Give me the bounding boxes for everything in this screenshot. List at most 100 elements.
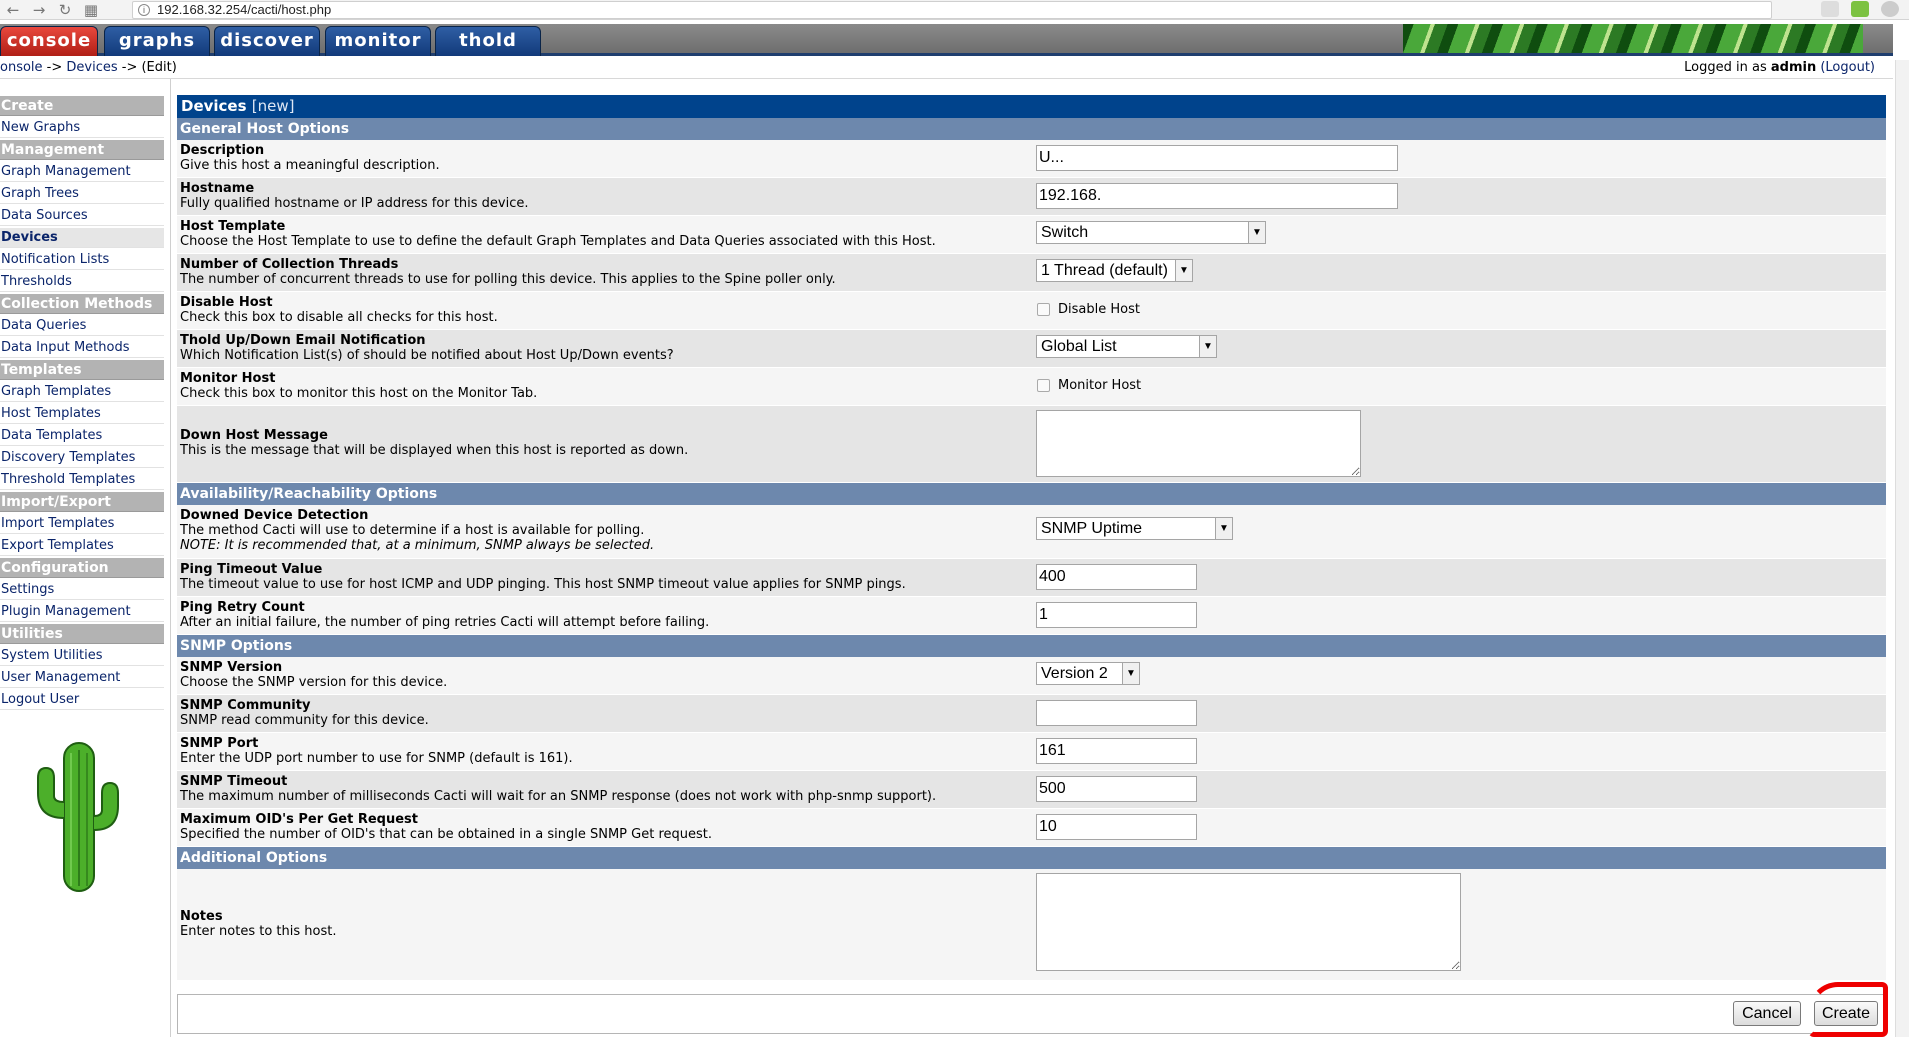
address-bar[interactable]: i 192.168.32.254/cacti/host.php <box>132 1 1772 19</box>
tab-monitor[interactable]: monitor <box>325 26 431 56</box>
snmp-version-select[interactable]: Version 2 ▼ <box>1036 662 1140 685</box>
info-icon[interactable]: i <box>138 4 150 16</box>
row-downed-device-detection: Downed Device Detection The method Cacti … <box>177 505 1886 559</box>
sidebar-item-data-queries[interactable]: Data Queries <box>0 316 164 336</box>
label-title: Downed Device Detection <box>180 508 369 523</box>
row-disable-host: Disable Host Check this box to disable al… <box>177 292 1886 330</box>
sidebar-item-system-utilities[interactable]: System Utilities <box>0 646 164 666</box>
sidebar-item-settings[interactable]: Settings <box>0 580 164 600</box>
chevron-down-icon[interactable]: ▼ <box>1175 260 1192 281</box>
create-button-highlight <box>1808 982 1888 1037</box>
checkbox-label: Monitor Host <box>1058 378 1142 393</box>
sidebar-item-user-management[interactable]: User Management <box>0 668 164 688</box>
label-title: SNMP Community <box>180 698 311 713</box>
label-help: The maximum number of milliseconds Cacti… <box>180 789 937 804</box>
sidebar-item-host-templates[interactable]: Host Templates <box>0 404 164 424</box>
row-ping-retry: Ping Retry Count After an initial failure… <box>177 597 1886 635</box>
label-title: Notes <box>180 909 223 924</box>
label-title: Description <box>180 143 265 158</box>
sidebar-item-import-templates[interactable]: Import Templates <box>0 514 164 534</box>
ping-timeout-input[interactable] <box>1036 564 1197 590</box>
sidebar-item-graph-trees[interactable]: Graph Trees <box>0 184 164 204</box>
label-disable-host: Disable Host Check this box to disable al… <box>180 295 498 325</box>
extension-icon[interactable] <box>1821 1 1839 17</box>
label-snmp-community: SNMP Community SNMP read community for th… <box>180 698 429 728</box>
breadcrumb-separator: -> <box>117 60 142 75</box>
sidebar-item-thresholds[interactable]: Thresholds <box>0 272 164 292</box>
download-arrow-icon[interactable] <box>1851 1 1869 17</box>
breadcrumb-console-link[interactable]: onsole <box>0 60 43 75</box>
tab-graphs[interactable]: graphs <box>104 26 210 56</box>
label-down-host-message: Down Host Message This is the message tha… <box>180 428 688 458</box>
sidebar-item-new-graphs[interactable]: New Graphs <box>0 118 164 138</box>
forward-icon[interactable]: → <box>26 1 52 19</box>
back-icon[interactable]: ← <box>0 1 26 19</box>
label-thold-notification: Thold Up/Down Email Notification Which No… <box>180 333 674 363</box>
sidebar-item-plugin-management[interactable]: Plugin Management <box>0 602 164 622</box>
label-help: The number of concurrent threads to use … <box>180 272 836 287</box>
section-snmp-options: SNMP Options <box>177 635 1886 657</box>
down-host-message-textarea[interactable] <box>1036 410 1361 477</box>
description-input[interactable] <box>1036 145 1398 171</box>
sidebar-item-graph-management[interactable]: Graph Management <box>0 162 164 182</box>
chevron-down-icon[interactable]: ▼ <box>1248 222 1265 243</box>
snmp-port-input[interactable] <box>1036 738 1197 764</box>
logout-link[interactable]: (Logout) <box>1820 60 1875 75</box>
chevron-down-icon[interactable]: ▼ <box>1122 663 1139 684</box>
tab-thold[interactable]: thold <box>435 26 541 56</box>
max-oids-input[interactable] <box>1036 814 1197 840</box>
sidebar-item-graph-templates[interactable]: Graph Templates <box>0 382 164 402</box>
label-snmp-port: SNMP Port Enter the UDP port number to us… <box>180 736 573 766</box>
hostname-input[interactable] <box>1036 183 1398 209</box>
breadcrumb-current: (Edit) <box>141 60 177 75</box>
row-snmp-port: SNMP Port Enter the UDP port number to us… <box>177 733 1886 771</box>
device-form: Devices [new] General Host Options Descr… <box>177 95 1886 981</box>
apps-icon[interactable]: ▦ <box>78 1 104 19</box>
snmp-community-input[interactable] <box>1036 700 1197 726</box>
label-title: Host Template <box>180 219 286 234</box>
label-title: Disable Host <box>180 295 273 310</box>
sidebar-item-notification-lists[interactable]: Notification Lists <box>0 250 164 270</box>
sidebar-item-export-templates[interactable]: Export Templates <box>0 536 164 556</box>
sidebar-item-threshold-templates[interactable]: Threshold Templates <box>0 470 164 490</box>
notes-textarea[interactable] <box>1036 873 1461 971</box>
sidebar-item-data-templates[interactable]: Data Templates <box>0 426 164 446</box>
label-help: Enter notes to this host. <box>180 924 337 939</box>
sidebar-item-data-input-methods[interactable]: Data Input Methods <box>0 338 164 358</box>
tab-discover[interactable]: discover <box>214 26 320 56</box>
label-title: Down Host Message <box>180 428 328 443</box>
breadcrumb-devices-link[interactable]: Devices <box>66 60 117 75</box>
login-status: Logged in as admin (Logout) <box>1684 60 1875 75</box>
thold-notification-select[interactable]: Global List ▼ <box>1036 335 1217 358</box>
monitor-host-checkbox[interactable] <box>1037 379 1050 392</box>
chevron-down-icon[interactable]: ▼ <box>1199 336 1216 357</box>
reload-icon[interactable]: ↻ <box>52 1 78 19</box>
vertical-scrollbar[interactable] <box>1895 60 1909 1037</box>
sidebar-header-management: Management <box>0 140 164 160</box>
sidebar-item-devices[interactable]: Devices <box>0 228 164 248</box>
cancel-button[interactable]: Cancel <box>1733 1001 1801 1026</box>
sidebar-item-logout-user[interactable]: Logout User <box>0 690 164 710</box>
sidebar-item-data-sources[interactable]: Data Sources <box>0 206 164 226</box>
downed-device-detection-select[interactable]: SNMP Uptime ▼ <box>1036 517 1233 540</box>
select-value: SNMP Uptime <box>1041 520 1143 537</box>
sidebar-item-discovery-templates[interactable]: Discovery Templates <box>0 448 164 468</box>
snmp-timeout-input[interactable] <box>1036 776 1197 802</box>
label-help: This is the message that will be display… <box>180 443 689 458</box>
label-note: NOTE: It is recommended that, at a minim… <box>180 538 655 553</box>
row-notes: Notes Enter notes to this host. <box>177 869 1886 981</box>
main-tab-bar: console graphs discover monitor thold <box>0 24 1893 56</box>
label-snmp-version: SNMP Version Choose the SNMP version for … <box>180 660 447 690</box>
chevron-down-icon[interactable]: ▼ <box>1215 518 1232 539</box>
collection-threads-select[interactable]: 1 Thread (default) ▼ <box>1036 259 1193 282</box>
update-icon[interactable] <box>1881 1 1899 17</box>
row-down-host-message: Down Host Message This is the message tha… <box>177 406 1886 483</box>
host-template-select[interactable]: Switch ▼ <box>1036 221 1266 244</box>
row-monitor-host: Monitor Host Check this box to monitor th… <box>177 368 1886 406</box>
label-help: Which Notification List(s) of should be … <box>180 348 674 363</box>
tab-console[interactable]: console <box>0 26 98 56</box>
section-additional-options: Additional Options <box>177 847 1886 869</box>
section-general-host-options: General Host Options <box>177 118 1886 140</box>
ping-retry-input[interactable] <box>1036 602 1197 628</box>
disable-host-checkbox[interactable] <box>1037 303 1050 316</box>
